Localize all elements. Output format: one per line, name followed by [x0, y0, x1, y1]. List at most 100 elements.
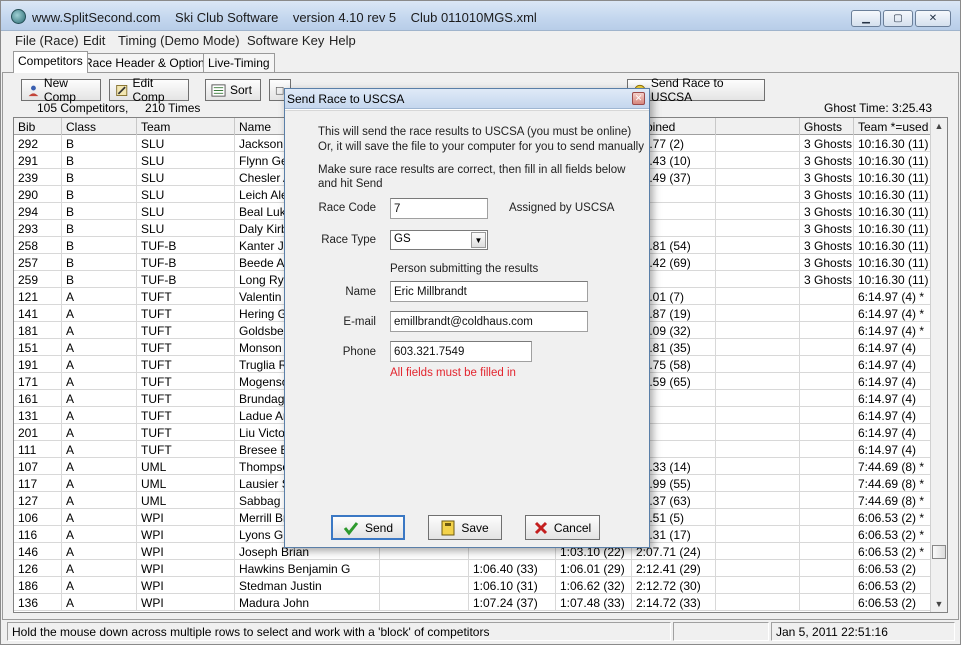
scroll-thumb[interactable]	[932, 545, 946, 559]
menu-help[interactable]: Help	[329, 33, 356, 48]
race-type-select[interactable]: GS ▼	[390, 230, 488, 250]
cell-team-used: 10:16.30 (11)	[854, 152, 932, 169]
cell-class: A	[62, 560, 137, 577]
cell-bib: 258	[14, 237, 62, 254]
maximize-button[interactable]: ▢	[883, 10, 913, 27]
cell-ghosts: 3 Ghosts	[800, 220, 854, 237]
dialog-close-icon[interactable]: ✕	[632, 92, 645, 105]
cell-class: A	[62, 492, 137, 509]
menu-edit[interactable]: Edit	[83, 33, 105, 48]
email-label: E-mail	[343, 316, 376, 328]
cell-team-used: 10:16.30 (11)	[854, 254, 932, 271]
dialog-instr-line1: Make sure race results are correct, then…	[318, 164, 626, 176]
cell-empty	[716, 305, 800, 322]
dialog-title-bar[interactable]: Send Race to USCSA ✕	[285, 89, 649, 109]
cell-team: WPI	[137, 526, 235, 543]
cell-bib: 151	[14, 339, 62, 356]
cell-team-used: 7:44.69 (8) *	[854, 458, 932, 475]
cell-bib: 161	[14, 390, 62, 407]
cell-bib: 186	[14, 577, 62, 594]
cell-class: B	[62, 254, 137, 271]
table-row[interactable]: 186 A WPI Stedman Justin 1:06.10 (31) 1:06.62…	[14, 577, 932, 594]
sort-icon	[211, 83, 226, 97]
name-input[interactable]	[390, 281, 588, 302]
cell-team-used: 10:16.30 (11)	[854, 135, 932, 152]
phone-input[interactable]	[390, 341, 532, 362]
vertical-scrollbar[interactable]: ▲ ▼	[930, 118, 947, 612]
cell-bib: 239	[14, 169, 62, 186]
cell-ghosts	[800, 509, 854, 526]
cell-class: A	[62, 356, 137, 373]
tab-competitors[interactable]: Competitors	[13, 51, 88, 73]
cell-ghosts: 3 Ghosts	[800, 254, 854, 271]
header-ghosts[interactable]: Ghosts	[800, 118, 854, 135]
cell-team: TUFT	[137, 424, 235, 441]
cell-run2: 1:07.48 (33)	[556, 594, 632, 611]
header-class[interactable]: Class	[62, 118, 137, 135]
cell-ghosts	[800, 339, 854, 356]
minimize-button[interactable]: ▁	[851, 10, 881, 27]
table-row[interactable]: 126 A WPI Hawkins Benjamin G 1:06.40 (33) 1:0…	[14, 560, 932, 577]
cell-team-used: 6:06.53 (2) *	[854, 509, 932, 526]
cell-empty	[380, 577, 469, 594]
menu-timing[interactable]: Timing (Demo Mode)	[118, 33, 240, 48]
new-comp-button[interactable]: New Comp	[21, 76, 101, 104]
scroll-down-icon[interactable]: ▼	[931, 596, 947, 612]
cell-ghosts	[800, 475, 854, 492]
chevron-down-icon[interactable]: ▼	[471, 232, 486, 248]
cell-ghosts	[800, 543, 854, 560]
cell-class: B	[62, 135, 137, 152]
edit-comp-button[interactable]: Edit Comp	[109, 76, 189, 104]
cell-ghosts	[800, 458, 854, 475]
cell-team-used: 6:14.97 (4)	[854, 441, 932, 458]
header-team-used[interactable]: Team *=used	[854, 118, 932, 135]
cell-empty	[716, 373, 800, 390]
cell-class: A	[62, 475, 137, 492]
cell-team: SLU	[137, 152, 235, 169]
cell-run2: 1:06.62 (32)	[556, 577, 632, 594]
cell-bib: 131	[14, 407, 62, 424]
phone-label: Phone	[342, 346, 376, 358]
menu-software-key[interactable]: Software Key	[247, 33, 324, 48]
cell-class: A	[62, 339, 137, 356]
cell-bib: 146	[14, 543, 62, 560]
header-bib[interactable]: Bib	[14, 118, 62, 135]
table-row[interactable]: 136 A WPI Madura John 1:07.24 (37) 1:07.48 (3…	[14, 594, 932, 611]
cell-ghosts: 3 Ghosts	[800, 237, 854, 254]
save-button[interactable]: Save	[428, 515, 502, 540]
header-extra[interactable]	[716, 118, 800, 135]
person-heading: Person submitting the results	[390, 263, 539, 275]
cell-team-used: 10:16.30 (11)	[854, 203, 932, 220]
cell-bib: 294	[14, 203, 62, 220]
close-button[interactable]: ✕	[915, 10, 951, 27]
send-button[interactable]: Send	[331, 515, 405, 540]
save-icon	[441, 520, 455, 535]
cell-class: A	[62, 594, 137, 611]
cell-name: Hawkins Benjamin G	[235, 560, 380, 577]
cell-team-used: 10:16.30 (11)	[854, 220, 932, 237]
cell-empty	[716, 390, 800, 407]
status-pane-empty	[673, 622, 769, 641]
tab-live-timing[interactable]: Live-Timing	[203, 53, 275, 73]
cancel-button[interactable]: Cancel	[525, 515, 600, 540]
cell-empty	[716, 203, 800, 220]
cell-team-used: 6:06.53 (2)	[854, 577, 932, 594]
race-code-input[interactable]	[390, 198, 488, 219]
header-team[interactable]: Team	[137, 118, 235, 135]
cell-class: B	[62, 237, 137, 254]
cell-bib: 117	[14, 475, 62, 492]
cell-class: A	[62, 543, 137, 560]
email-input[interactable]	[390, 311, 588, 332]
cell-empty	[716, 492, 800, 509]
scroll-up-icon[interactable]: ▲	[931, 118, 947, 134]
sort-button[interactable]: Sort	[205, 79, 261, 101]
title-bar[interactable]: www.SplitSecond.com Ski Club Software ve…	[1, 1, 960, 31]
menu-file[interactable]: File (Race)	[15, 33, 79, 48]
cell-run1: 1:07.24 (37)	[469, 594, 556, 611]
cell-bib: 181	[14, 322, 62, 339]
cell-run2: 1:06.01 (29)	[556, 560, 632, 577]
cell-bib: 136	[14, 594, 62, 611]
cell-bib: 107	[14, 458, 62, 475]
cell-team: SLU	[137, 169, 235, 186]
tab-race-header[interactable]: Race Header & Options	[79, 53, 216, 73]
